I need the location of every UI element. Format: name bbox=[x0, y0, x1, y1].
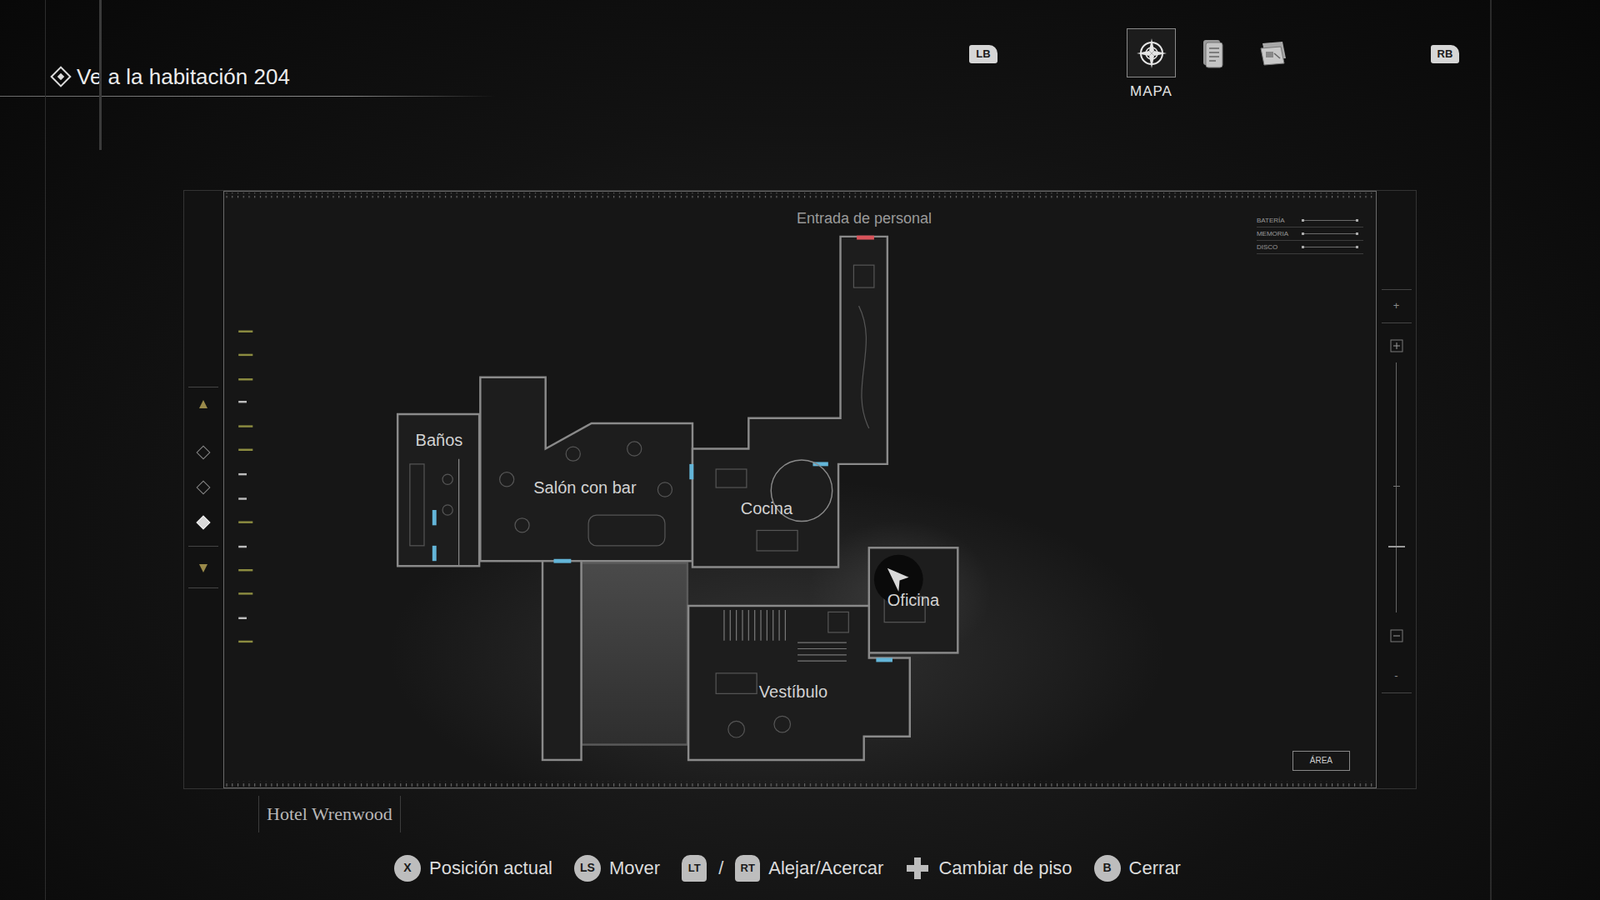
button-hint[interactable]: X Posición actual bbox=[394, 854, 553, 882]
status-label: MEMORIA bbox=[1256, 230, 1302, 239]
hint-label: Alejar/Acercar bbox=[768, 854, 884, 882]
area-button[interactable]: ÁREA bbox=[1292, 750, 1350, 771]
bumper-button[interactable]: RB bbox=[1430, 45, 1460, 64]
menu-tab[interactable] bbox=[1187, 28, 1237, 78]
zoom-thumb[interactable] bbox=[1388, 545, 1405, 548]
zoom-slider[interactable] bbox=[1388, 362, 1405, 613]
map-frame: Entrada de personal Baños Salón con bar Coc… bbox=[183, 190, 1417, 790]
hint-label: Cambiar de piso bbox=[938, 854, 1072, 882]
map-section: Entrada de personal Baños Salón con bar Coc… bbox=[0, 190, 1600, 833]
round-button[interactable]: LS bbox=[574, 855, 601, 882]
location-row: Hotel Wrenwood bbox=[183, 795, 1417, 833]
map-canvas[interactable]: Entrada de personal Baños Salón con bar Coc… bbox=[223, 190, 1377, 789]
doors bbox=[434, 237, 893, 660]
hint-label: Posición actual bbox=[429, 854, 553, 882]
case-board-icon bbox=[1257, 38, 1290, 69]
status-label: BATERÍA bbox=[1256, 216, 1302, 225]
room-label: Cocina bbox=[740, 495, 793, 521]
frame-line bbox=[1490, 0, 1492, 900]
round-button[interactable]: B bbox=[1094, 855, 1121, 882]
floor-button[interactable] bbox=[196, 445, 211, 460]
room-label: Baños bbox=[415, 427, 464, 453]
status-label: DISCO bbox=[1256, 243, 1302, 252]
zoom-out-label: - bbox=[1394, 667, 1398, 685]
floor-down-icon[interactable] bbox=[198, 563, 209, 574]
header: Ve a la habitación 204 LB MAPA RB bbox=[0, 0, 1600, 190]
button-hint[interactable]: LS Mover bbox=[574, 854, 660, 882]
zoom-in-icon[interactable] bbox=[1390, 339, 1404, 353]
menu-tabs: LB MAPA RB bbox=[969, 0, 1460, 103]
entrance-label: Entrada de personal bbox=[796, 207, 932, 230]
objective: Ve a la habitación 204 bbox=[0, 0, 496, 97]
frame-line bbox=[45, 0, 46, 900]
button-hint[interactable]: Cambiar de piso bbox=[905, 854, 1072, 882]
floor-selector bbox=[184, 190, 224, 789]
device-status: BATERÍA MEMORIA DISCO bbox=[1256, 214, 1364, 255]
objective-text: Ve a la habitación 204 bbox=[76, 63, 290, 90]
dpad-icon[interactable] bbox=[905, 855, 930, 881]
zoom-in-label: + bbox=[1393, 297, 1400, 315]
room-label: Salón con bar bbox=[533, 475, 636, 500]
button-hint[interactable]: B Cerrar bbox=[1094, 854, 1181, 882]
floor-up-icon[interactable] bbox=[198, 399, 209, 410]
location-name: Hotel Wrenwood bbox=[258, 795, 401, 833]
objective-underline bbox=[0, 95, 496, 97]
manuscript-icon bbox=[1200, 37, 1225, 70]
furniture bbox=[410, 265, 925, 738]
menu-tab[interactable]: MAPA bbox=[1126, 28, 1176, 103]
hint-label: Cerrar bbox=[1129, 854, 1181, 882]
map-screen: Ve a la habitación 204 LB MAPA RB Entrada de… bbox=[0, 0, 1600, 900]
compass-icon bbox=[1135, 36, 1169, 70]
floor-button[interactable] bbox=[196, 515, 211, 530]
bumper-button[interactable]: LB bbox=[969, 45, 998, 64]
room-label: Oficina bbox=[887, 587, 940, 613]
hint-separator: / bbox=[718, 854, 724, 882]
frame-line bbox=[99, 0, 102, 150]
trigger-button[interactable]: LT bbox=[681, 855, 707, 882]
menu-tab[interactable] bbox=[1248, 28, 1298, 78]
button-hints: X Posición actual LS Mover LT / RT Alejar/Acerc… bbox=[0, 854, 1600, 882]
zoom-out-icon[interactable] bbox=[1390, 629, 1404, 643]
tab-label: MAPA bbox=[1130, 80, 1173, 103]
room-label: Vestíbulo bbox=[759, 679, 828, 705]
round-button[interactable]: X bbox=[394, 855, 421, 882]
button-hint[interactable]: LT / RT Alejar/Acercar bbox=[681, 854, 884, 882]
zoom-control: +- bbox=[1376, 190, 1416, 789]
rooms bbox=[397, 236, 958, 760]
objective-diamond-icon bbox=[50, 65, 71, 87]
floor-button[interactable] bbox=[196, 480, 211, 495]
hint-label: Mover bbox=[609, 854, 660, 882]
trigger-button[interactable]: RT bbox=[735, 855, 760, 882]
